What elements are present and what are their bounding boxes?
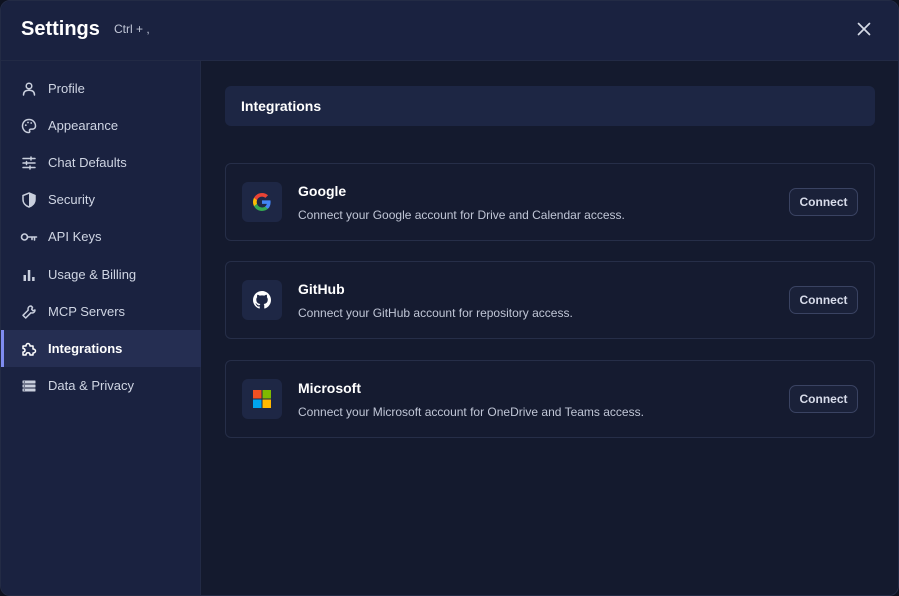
connect-google-button[interactable]: Connect (789, 188, 858, 216)
section-title: Integrations (241, 98, 322, 114)
sidebar-item-label: Chat Defaults (48, 155, 127, 170)
settings-dialog: Settings Ctrl + , Profile Appearance Cha… (0, 0, 899, 596)
sidebar-item-profile[interactable]: Profile (1, 70, 201, 107)
sidebar-item-usage-billing[interactable]: Usage & Billing (1, 256, 201, 293)
sidebar-item-label: Integrations (48, 341, 123, 356)
sidebar-item-integrations[interactable]: Integrations (1, 330, 201, 367)
sidebar-item-label: API Keys (48, 229, 102, 244)
sidebar-item-label: Data & Privacy (48, 378, 134, 393)
sidebar-item-security[interactable]: Security (1, 181, 201, 218)
settings-content: Integrations Google Connect your Google … (202, 62, 898, 595)
sidebar-item-mcp-servers[interactable]: MCP Servers (1, 293, 201, 330)
sidebar-item-label: MCP Servers (48, 304, 126, 319)
connect-github-button[interactable]: Connect (789, 286, 858, 314)
integration-card-microsoft: Microsoft Connect your Microsoft account… (225, 360, 875, 438)
google-logo-icon (242, 182, 282, 222)
bar-chart-icon (20, 266, 38, 284)
close-icon (857, 22, 871, 36)
integration-name: GitHub (298, 281, 345, 297)
sidebar-item-api-keys[interactable]: API Keys (1, 218, 201, 255)
integration-name: Microsoft (298, 380, 361, 396)
close-button[interactable] (853, 18, 875, 40)
sidebar-item-label: Security (48, 192, 95, 207)
sidebar-item-chat-defaults[interactable]: Chat Defaults (1, 144, 201, 181)
section-header: Integrations (225, 86, 875, 126)
sliders-icon (20, 154, 38, 172)
user-icon (20, 80, 38, 98)
settings-sidebar: Profile Appearance Chat Defaults Securit… (1, 61, 201, 595)
dialog-title: Settings (21, 18, 100, 40)
sidebar-item-label: Usage & Billing (48, 267, 137, 282)
sidebar-item-label: Profile (48, 81, 85, 96)
puzzle-icon (20, 340, 38, 358)
storage-icon (20, 377, 38, 395)
integration-description: Connect your Microsoft account for OneDr… (298, 405, 644, 419)
sidebar-item-appearance[interactable]: Appearance (1, 107, 201, 144)
connect-microsoft-button[interactable]: Connect (789, 385, 858, 413)
keyboard-shortcut-hint: Ctrl + , (114, 22, 150, 36)
shield-icon (20, 191, 38, 209)
integration-card-github: GitHub Connect your GitHub account for r… (225, 261, 875, 339)
integration-description: Connect your GitHub account for reposito… (298, 306, 573, 320)
sidebar-item-label: Appearance (48, 118, 119, 133)
dialog-header: Settings Ctrl + , (1, 1, 898, 61)
integration-description: Connect your Google account for Drive an… (298, 208, 625, 222)
integration-name: Google (298, 183, 347, 199)
palette-icon (20, 117, 38, 135)
wrench-icon (20, 303, 38, 321)
key-icon (20, 228, 38, 246)
github-logo-icon (242, 280, 282, 320)
sidebar-item-data-privacy[interactable]: Data & Privacy (1, 367, 201, 404)
integration-card-google: Google Connect your Google account for D… (225, 163, 875, 241)
microsoft-logo-icon (242, 379, 282, 419)
